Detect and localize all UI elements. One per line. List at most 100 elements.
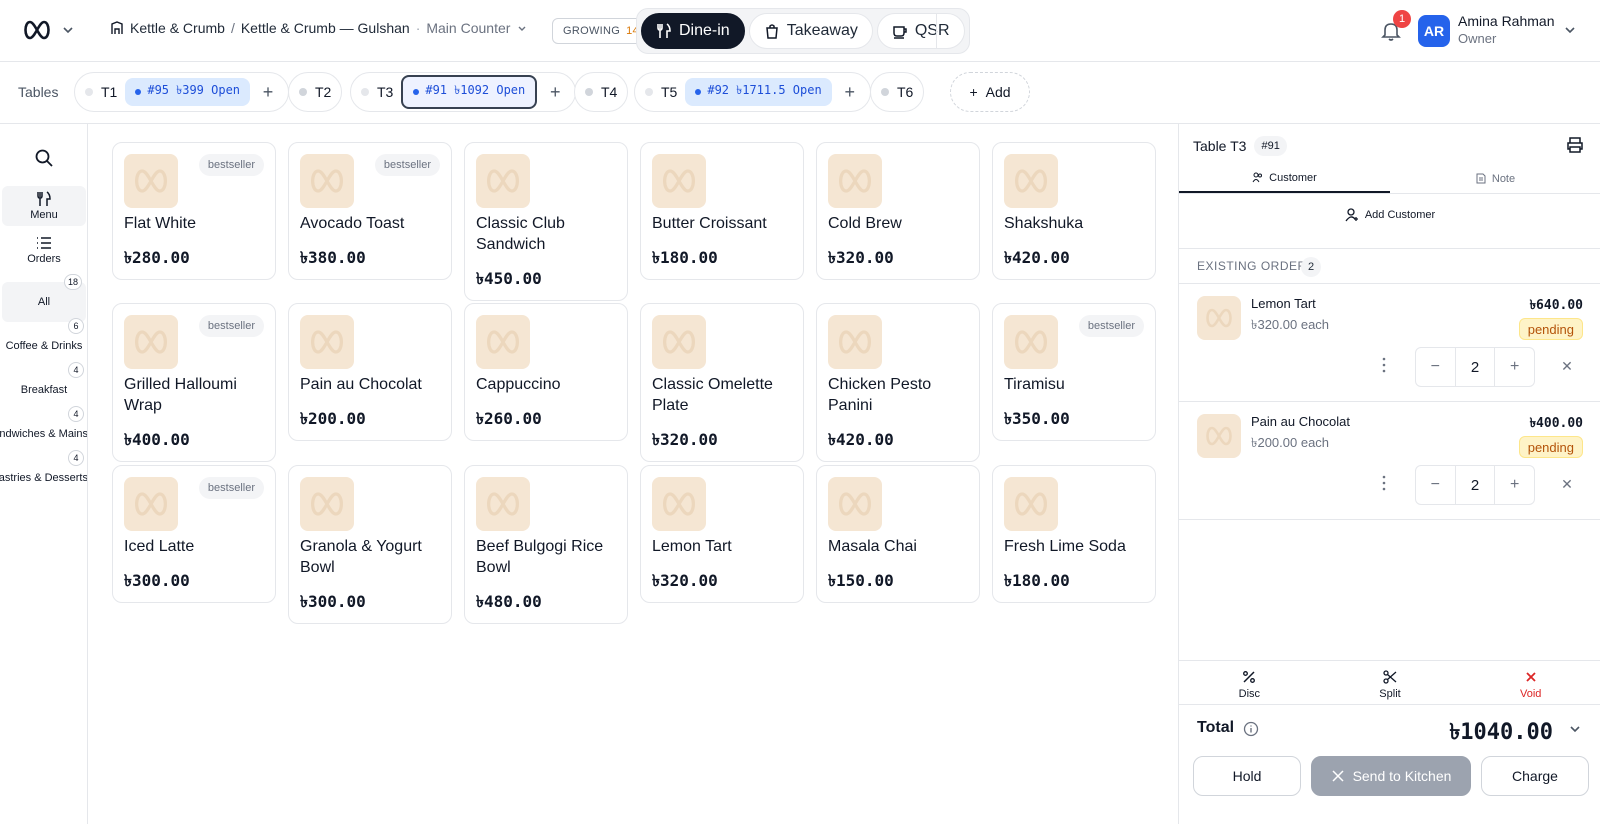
menu-item-price: ৳180.00	[652, 248, 718, 267]
remove-item-icon[interactable]: ✕	[1559, 358, 1575, 374]
menu-item-card[interactable]: Classic Club Sandwich ৳450.00	[464, 142, 628, 301]
menu-item-card[interactable]: Fresh Lime Soda ৳180.00	[992, 465, 1156, 603]
order-actions: Disc Split Void	[1179, 660, 1600, 708]
menu-item-card[interactable]: bestseller Tiramisu ৳350.00	[992, 303, 1156, 441]
remove-item-icon[interactable]: ✕	[1559, 476, 1575, 492]
void-button[interactable]: Void	[1460, 661, 1600, 708]
table-name[interactable]: T4	[585, 84, 617, 100]
menu-item-card[interactable]: Granola & Yogurt Bowl ৳300.00	[288, 465, 452, 624]
chevron-down-icon[interactable]	[62, 24, 74, 36]
breadcrumb-counter[interactable]: Main Counter	[426, 20, 510, 36]
item-thumbnail	[476, 477, 530, 531]
panel-table-name: Table T3	[1193, 138, 1247, 154]
table-name[interactable]: T5	[645, 84, 677, 100]
counter-chevron-down-icon[interactable]	[516, 22, 528, 34]
rail-menu-button[interactable]: Menu	[2, 186, 86, 226]
decrement-button[interactable]: −	[1416, 466, 1455, 504]
order-pill-selected[interactable]: #91 ৳1092 Open	[401, 75, 538, 109]
table-name[interactable]: T2	[299, 84, 331, 100]
table-t1[interactable]: T1 #95 ৳399 Open +	[74, 72, 290, 112]
info-icon[interactable]	[1243, 721, 1259, 737]
table-name[interactable]: T1	[85, 84, 117, 100]
category-breakfast[interactable]: Breakfast 4	[0, 362, 87, 410]
menu-item-price: ৳320.00	[652, 430, 718, 449]
category-pastries-desserts[interactable]: Pastries & Desserts 4	[0, 450, 87, 498]
decrement-button[interactable]: −	[1416, 348, 1455, 386]
table-t5[interactable]: T5 #92 ৳1711.5 Open +	[634, 72, 871, 112]
quantity-value: 2	[1454, 348, 1496, 386]
menu-item-card[interactable]: bestseller Iced Latte ৳300.00	[112, 465, 276, 603]
table-t2[interactable]: T2	[288, 72, 343, 112]
mode-takeaway[interactable]: Takeaway	[748, 13, 873, 49]
add-order-button[interactable]: +	[545, 82, 565, 103]
menu-item-card[interactable]: Masala Chai ৳150.00	[816, 465, 980, 603]
menu-item-card[interactable]: Shakshuka ৳420.00	[992, 142, 1156, 280]
menu-item-card[interactable]: bestseller Flat White ৳280.00	[112, 142, 276, 280]
table-name[interactable]: T3	[361, 84, 393, 100]
scissors-icon	[1383, 669, 1397, 684]
menu-item-card[interactable]: Butter Croissant ৳180.00	[640, 142, 804, 280]
tab-note[interactable]: Note	[1390, 164, 1600, 193]
add-customer-button[interactable]: Add Customer	[1179, 208, 1600, 222]
breadcrumb-branch[interactable]: Kettle & Crumb — Gulshan	[241, 20, 410, 36]
tab-customer[interactable]: Customer	[1179, 164, 1390, 193]
tab-note-label: Note	[1491, 172, 1516, 185]
table-name[interactable]: T6	[881, 84, 913, 100]
menu-item-card[interactable]: bestseller Grilled Halloumi Wrap ৳400.00	[112, 303, 276, 462]
charge-button[interactable]: Charge	[1481, 756, 1589, 796]
mode-dine-in[interactable]: Dine-in	[641, 13, 745, 49]
discount-button[interactable]: Disc	[1179, 661, 1320, 708]
printer-icon[interactable]	[1566, 136, 1584, 154]
table-t3[interactable]: T3 #91 ৳1092 Open +	[350, 72, 577, 112]
split-label: Split	[1379, 687, 1401, 700]
user-name[interactable]: Amina Rahman	[1458, 13, 1555, 29]
category-coffee-drinks[interactable]: Coffee & Drinks 6	[0, 318, 87, 366]
increment-button[interactable]: +	[1495, 466, 1534, 504]
user-menu-chevron-icon[interactable]	[1564, 24, 1576, 36]
mode-qsr[interactable]: QSR	[876, 13, 965, 49]
quantity-stepper: − 2 +	[1415, 465, 1535, 505]
split-button[interactable]: Split	[1320, 661, 1461, 708]
breadcrumb-brand[interactable]: Kettle & Crumb	[130, 20, 225, 36]
menu-item-card[interactable]: bestseller Avocado Toast ৳380.00	[288, 142, 452, 280]
placeholder-logo-icon	[1206, 426, 1232, 446]
table-t6[interactable]: T6	[870, 72, 925, 112]
placeholder-logo-icon	[135, 169, 167, 193]
total-row[interactable]: Total ৳1040.00	[1179, 704, 1600, 750]
send-to-kitchen-button[interactable]: Send to Kitchen	[1311, 756, 1471, 796]
mode-qsr-label: QSR	[914, 22, 950, 39]
placeholder-logo-icon	[1015, 169, 1047, 193]
menu-item-card[interactable]: Classic Omelette Plate ৳320.00	[640, 303, 804, 462]
item-unit-price: ৳200.00 each	[1251, 435, 1330, 450]
add-order-button[interactable]: +	[258, 82, 278, 103]
search-icon[interactable]	[34, 148, 54, 168]
more-vertical-icon[interactable]	[1379, 356, 1389, 374]
menu-item-card[interactable]: Chicken Pesto Panini ৳420.00	[816, 303, 980, 462]
menu-item-card[interactable]: Cold Brew ৳320.00	[816, 142, 980, 280]
menu-item-card[interactable]: Pain au Chocolat ৳200.00	[288, 303, 452, 441]
placeholder-logo-icon	[839, 169, 871, 193]
order-pill[interactable]: #92 ৳1711.5 Open	[685, 78, 832, 106]
increment-button[interactable]: +	[1495, 348, 1534, 386]
avatar[interactable]: AR	[1418, 15, 1450, 47]
item-thumbnail	[828, 477, 882, 531]
category-sandwiches-mains[interactable]: Sandwiches & Mains 4	[0, 406, 87, 454]
category-all[interactable]: All 18	[2, 274, 86, 322]
add-table-button[interactable]: + Add	[950, 72, 1030, 112]
hold-button[interactable]: Hold	[1193, 756, 1301, 796]
menu-item-card[interactable]: Lemon Tart ৳320.00	[640, 465, 804, 603]
mode-dine-in-label: Dine-in	[679, 22, 730, 39]
service-mode-switch: Dine-in Takeaway QSR	[636, 8, 970, 54]
menu-item-card[interactable]: Beef Bulgogi Rice Bowl ৳480.00	[464, 465, 628, 624]
brand-logo-icon[interactable]	[22, 18, 52, 42]
rail-orders-button[interactable]: Orders	[2, 230, 86, 270]
item-amount: ৳640.00	[1529, 298, 1583, 313]
chevron-down-icon[interactable]	[1569, 723, 1581, 735]
fork-knife-icon	[657, 23, 671, 38]
more-vertical-icon[interactable]	[1379, 474, 1389, 492]
discount-label: Disc	[1238, 687, 1261, 700]
menu-item-card[interactable]: Cappuccino ৳260.00	[464, 303, 628, 441]
add-order-button[interactable]: +	[840, 82, 860, 103]
order-pill[interactable]: #95 ৳399 Open	[125, 78, 251, 106]
table-t4[interactable]: T4	[574, 72, 629, 112]
